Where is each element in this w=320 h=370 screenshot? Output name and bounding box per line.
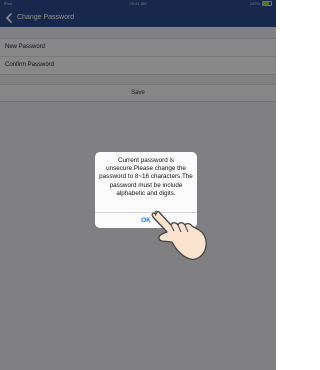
- alert-message: Current password is unsecure.Please chan…: [99, 157, 193, 197]
- hand-pointer-icon: [151, 210, 207, 260]
- screen: iPad 09:41 AM 100% Change Password New P…: [0, 0, 276, 370]
